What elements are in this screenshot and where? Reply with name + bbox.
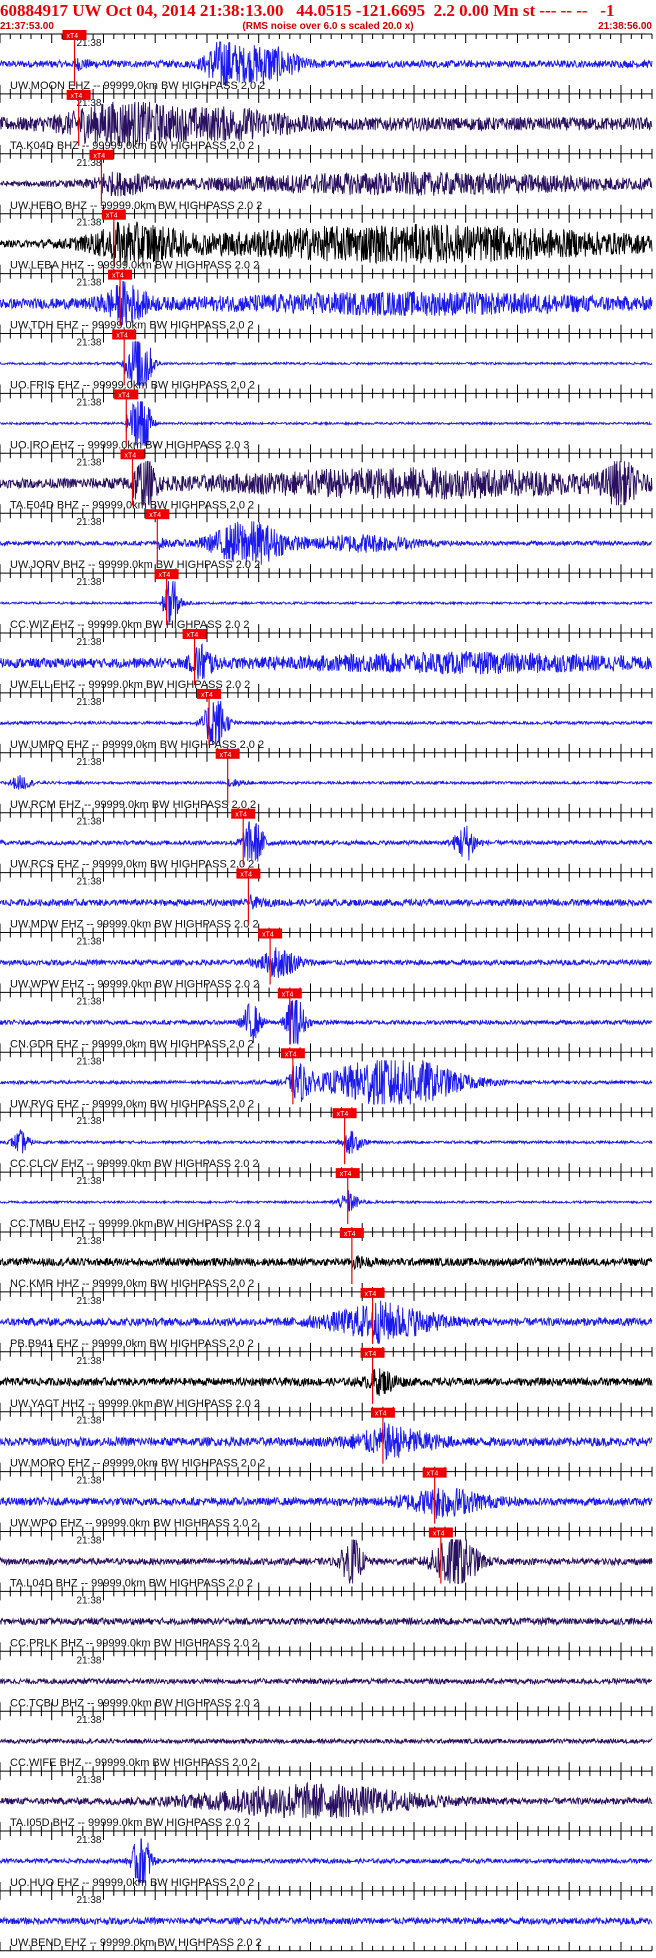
station-label: UO.HUO EHZ -- 99999.0km BW HIGHPASS 2.0 … <box>10 1877 254 1889</box>
trace-waveform <box>0 1616 653 1627</box>
pick-label: xT4 <box>118 392 130 399</box>
pick-label: xT4 <box>240 872 252 879</box>
pick-label: xT4 <box>282 991 294 998</box>
event-title: 60884917 UW Oct 04, 2014 21:38:13.00 44.… <box>0 1 615 20</box>
station-label: PB.B941 EHZ -- 99999.0km BW HIGHPASS 2.0… <box>10 1338 254 1350</box>
trace-tick-label: 21:38 <box>76 1296 101 1307</box>
pick-label: xT4 <box>235 812 247 819</box>
trace-waveform <box>0 1422 653 1461</box>
trace-tick-label: 21:38 <box>76 218 101 229</box>
trace-tick-label: 21:38 <box>76 1416 101 1427</box>
trace-waveform <box>0 1737 653 1746</box>
trace-tick-label: 21:38 <box>76 1595 101 1606</box>
trace-tick-label: 21:38 <box>76 1056 101 1067</box>
station-label: UW.HEBO BHZ -- 99999.0km BW HIGHPASS 2.0… <box>10 200 262 212</box>
trace-waveform <box>0 1915 653 1926</box>
trace-tick-label: 21:38 <box>76 397 101 408</box>
trace-waveform <box>0 1190 653 1212</box>
trace-tick-label: 21:38 <box>76 1895 101 1906</box>
station-label: UW.RCM EHZ -- 99999.0km BW HIGHPASS 2.0 … <box>10 799 256 811</box>
pick-label: xT4 <box>262 932 274 939</box>
trace-tick-label: 21:38 <box>76 1536 101 1547</box>
trace-waveform <box>0 1128 653 1155</box>
trace-tick-label: 21:38 <box>76 877 101 888</box>
station-label: CC.WIFE BHZ -- 99999.0km BW HIGHPASS 2.0… <box>10 1757 257 1769</box>
pick-label: xT4 <box>71 93 83 100</box>
trace-tick-label: 21:38 <box>76 1236 101 1247</box>
trace-tick-label: 21:38 <box>76 1116 101 1127</box>
pick-label: xT4 <box>106 213 118 220</box>
station-label: CC.CLCV EHZ -- 99999.0km BW HIGHPASS 2.0… <box>10 1158 259 1170</box>
station-label: UW.RVC EHZ -- 99999.0km BW HIGHPASS 2.0 … <box>10 1098 254 1110</box>
pick-label: xT4 <box>375 1411 387 1418</box>
pick-label: xT4 <box>149 512 161 519</box>
trace-tick-label: 21:38 <box>76 577 101 588</box>
pick-label: xT4 <box>337 1111 349 1118</box>
station-label: UW.JORV BHZ -- 99999.0km BW HIGHPASS 2.0… <box>10 559 260 571</box>
station-label: NC.KMR HHZ -- 99999.0km BW HIGHPASS 2.0 … <box>10 1278 254 1290</box>
station-label: CC.TCBU BHZ -- 99999.0km BW HIGHPASS 2.0… <box>10 1697 259 1709</box>
trace-tick-label: 21:38 <box>76 817 101 828</box>
pick-label: xT4 <box>340 1171 352 1178</box>
trace-tick-label: 21:38 <box>76 1476 101 1487</box>
station-label: TA.L04D BHZ -- 99999.0km BW HIGHPASS 2.0… <box>10 1578 253 1590</box>
station-label: TA.I05D BHZ -- 99999.0km BW HIGHPASS 2.0… <box>10 1817 250 1829</box>
pick-label: xT4 <box>220 752 232 759</box>
pick-label: xT4 <box>124 452 136 459</box>
trace-tick-label: 21:38 <box>76 996 101 1007</box>
trace-waveform <box>0 1781 653 1819</box>
trace-tick-label: 21:38 <box>76 937 101 948</box>
trace-waveform <box>0 893 653 910</box>
trace-tick-label: 21:38 <box>76 637 101 648</box>
pick-label: xT4 <box>344 1231 356 1238</box>
pick-label: xT4 <box>433 1531 445 1538</box>
trace-tick-label: 21:38 <box>76 457 101 468</box>
trace-tick-label: 21:38 <box>76 1655 101 1666</box>
trace-tick-label: 21:38 <box>76 1715 101 1726</box>
pick-label: xT4 <box>112 273 124 280</box>
station-label: CC.PRLK BHZ -- 99999.0km BW HIGHPASS 2.0… <box>10 1637 258 1649</box>
trace-tick-label: 21:38 <box>76 1775 101 1786</box>
pick-label: xT4 <box>201 692 213 699</box>
trace-waveform <box>0 643 653 680</box>
station-label: UW.YACT HHZ -- 99999.0km BW HIGHPASS 2.0… <box>10 1398 260 1410</box>
station-label: UW.WPW EHZ -- 99999.0km BW HIGHPASS 2.0 … <box>10 979 259 991</box>
station-label: UW.BEND EHZ -- 99999.0km BW HIGHPASS 2.0… <box>10 1937 262 1949</box>
trace-tick-label: 21:38 <box>76 1176 101 1187</box>
pick-label: xT4 <box>159 572 171 579</box>
pick-label: xT4 <box>187 632 199 639</box>
station-label: CN.GDR EHZ -- 99999.0km BW HIGHPASS 2.0 … <box>10 1038 254 1050</box>
trace-waveform <box>0 1368 653 1396</box>
station-label: UW.RCS EHZ -- 99999.0km BW HIGHPASS 2.0 … <box>10 859 254 871</box>
pick-label: xT4 <box>67 33 79 40</box>
pick-label: xT4 <box>116 333 128 340</box>
trace-tick-label: 21:38 <box>76 1835 101 1846</box>
pick-label: xT4 <box>365 1291 377 1298</box>
trace-waveform <box>0 1676 652 1686</box>
station-label: TA.K04D BHZ -- 99999.0km BW HIGHPASS 2.0… <box>10 140 254 152</box>
station-label: UW.MOON EHZ -- 99999.0km BW HIGHPASS 2.0… <box>10 80 265 92</box>
pick-label: xT4 <box>365 1351 377 1358</box>
trace-waveform <box>0 774 653 790</box>
station-label: CC.TMBU EHZ -- 99999.0km BW HIGHPASS 2.0… <box>10 1218 260 1230</box>
trace-tick-label: 21:38 <box>76 278 101 289</box>
trace-tick-label: 21:38 <box>76 517 101 528</box>
pick-label: xT4 <box>285 1051 297 1058</box>
trace-tick-label: 21:38 <box>76 757 101 768</box>
trace-tick-label: 21:38 <box>76 1356 101 1367</box>
trace-tick-label: 21:38 <box>76 338 101 349</box>
station-label: UW.MORO EHZ -- 99999.0km BW HIGHPASS 2.0… <box>10 1458 265 1470</box>
station-label: UW.LEBA HHZ -- 99999.0km BW HIGHPASS 2.0… <box>10 260 259 272</box>
trace-waveform <box>0 1255 653 1271</box>
station-label: UW.WPO EHZ -- 99999.0km BW HIGHPASS 2.0 … <box>10 1518 257 1530</box>
trace-tick-label: 21:38 <box>76 697 101 708</box>
pick-label: xT4 <box>427 1471 439 1478</box>
seismogram-panel: 21:38 UW.MOON EHZ -- 99999.0km BW HIGHPAS… <box>0 30 653 1952</box>
pick-label: xT4 <box>93 153 105 160</box>
station-label: UW.MDW EHZ -- 99999.0km BW HIGHPASS 2.0 … <box>10 919 259 931</box>
station-label: CC.WIZ EHZ -- 99999.0km BW HIGHPASS 2.0 … <box>10 619 249 631</box>
trace-waveform <box>0 171 653 197</box>
trace-waveform <box>0 1487 653 1519</box>
trace-waveform <box>0 947 653 978</box>
